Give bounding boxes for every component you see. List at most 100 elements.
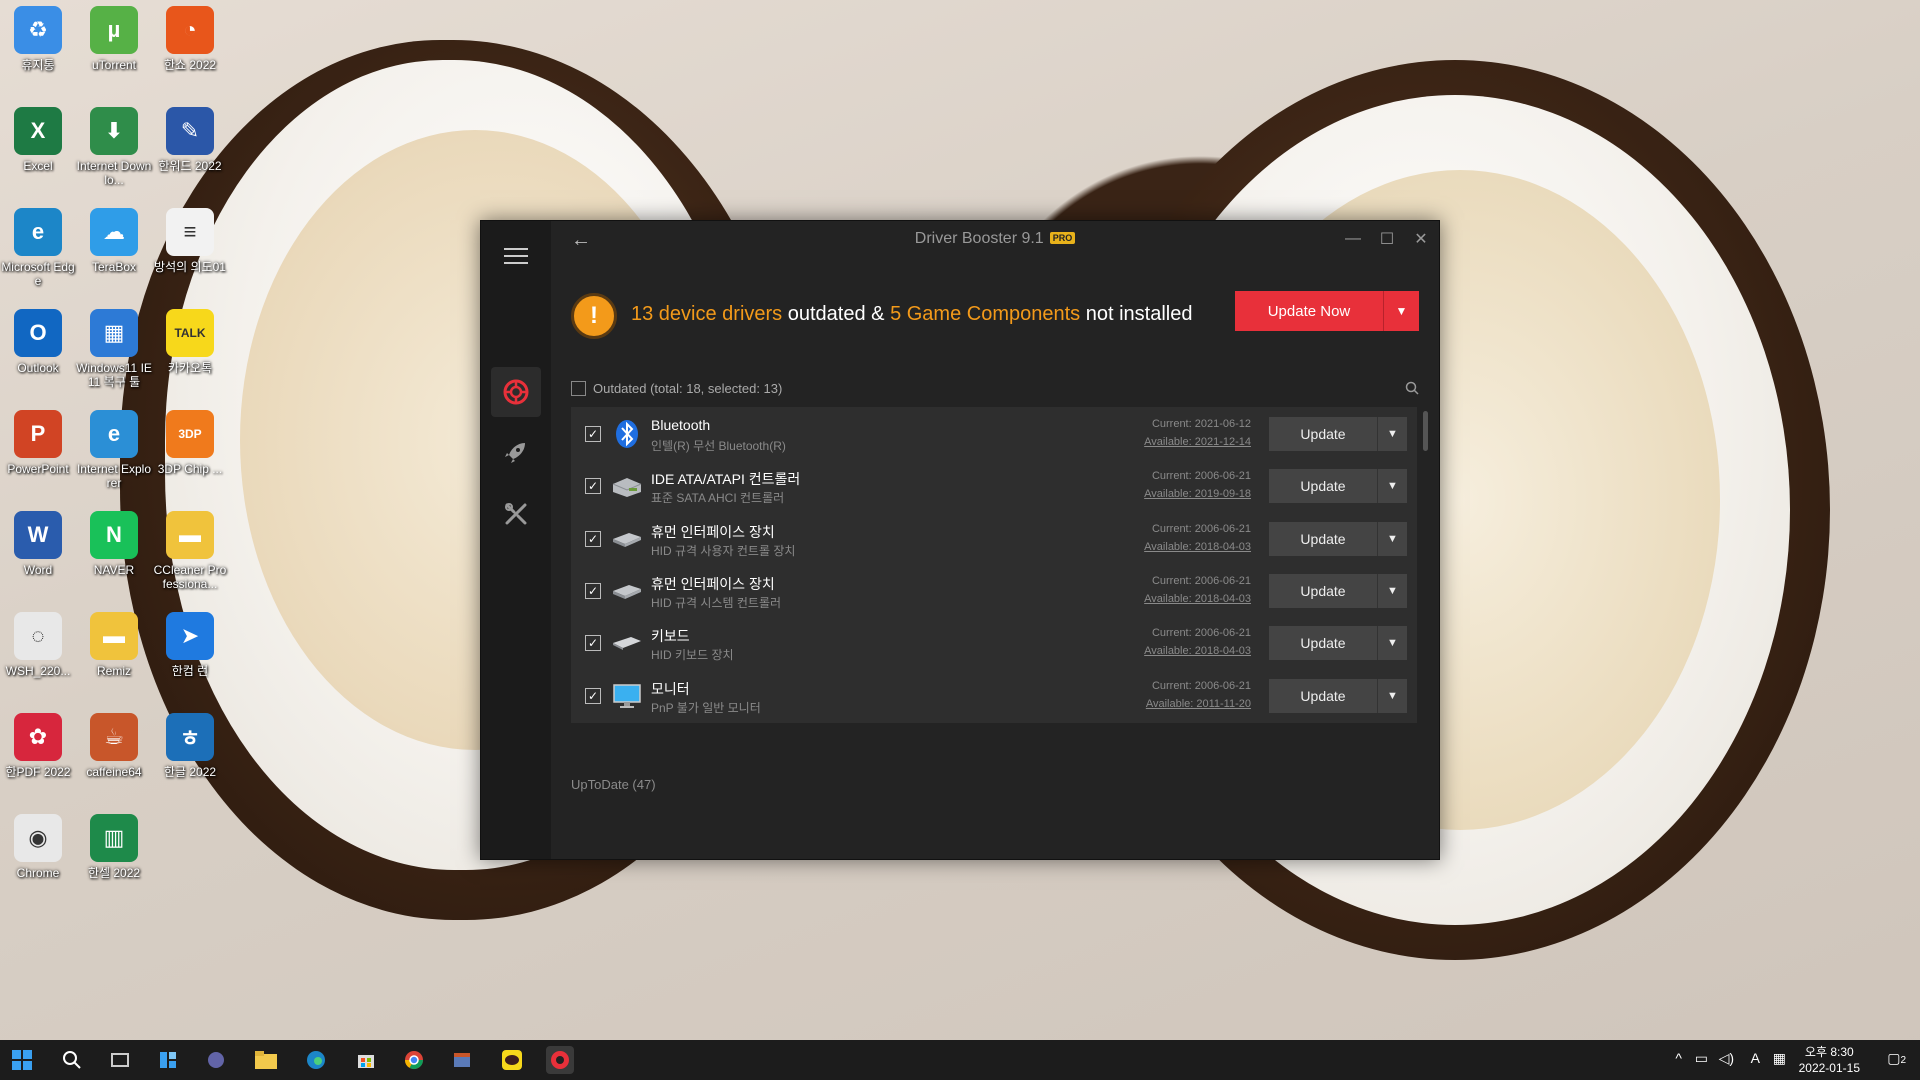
close-button[interactable]: ✕: [1407, 227, 1435, 251]
desktop-icon[interactable]: ▦ Windows11 IE11 복구 툴: [76, 309, 152, 389]
start-button[interactable]: [8, 1046, 36, 1074]
store-button[interactable]: [352, 1046, 380, 1074]
update-dropdown-icon[interactable]: ▼: [1377, 626, 1407, 661]
driver-name: 키보드: [651, 628, 690, 645]
network-icon[interactable]: ▭: [1695, 1050, 1708, 1067]
desktop-icon[interactable]: W Word: [0, 511, 76, 577]
clock[interactable]: 오후 8:30 2022-01-15: [1799, 1044, 1860, 1076]
desktop-icon[interactable]: ◔ 한쇼 2022: [152, 6, 228, 72]
update-dropdown-icon[interactable]: ▼: [1377, 417, 1407, 451]
driver-checkbox[interactable]: ✓: [585, 478, 601, 495]
desktop-icon[interactable]: e Internet Explorer: [76, 410, 152, 490]
update-button[interactable]: Update ▼: [1269, 626, 1407, 661]
desktop-icon-label: Outlook: [17, 361, 59, 375]
desktop-icon[interactable]: 3DP 3DP Chip ...: [152, 410, 228, 476]
lifebuoy-icon: [503, 379, 529, 405]
desktop-icon[interactable]: e Microsoft Edge: [0, 208, 76, 288]
maximize-button[interactable]: ☐: [1373, 227, 1401, 251]
keyboard-layout-icon[interactable]: ▦: [1773, 1050, 1786, 1067]
current-version-date: Current: 2006-06-21: [1151, 574, 1251, 587]
boost-nav-button[interactable]: [491, 427, 541, 477]
update-dropdown-icon[interactable]: ▼: [1377, 573, 1407, 608]
available-version-link[interactable]: Available: 2018-04-03: [1144, 645, 1251, 657]
update-button[interactable]: Update ▼: [1269, 469, 1407, 504]
driver-checkbox[interactable]: ✓: [585, 687, 601, 704]
task-view-button[interactable]: [106, 1046, 134, 1074]
desktop-app-icon: ☁: [90, 208, 138, 256]
desktop-icon[interactable]: N NAVER: [76, 511, 152, 577]
scan-nav-button[interactable]: [491, 367, 541, 417]
driver-description: HID 규격 사용자 컨트롤 장치: [651, 543, 796, 558]
available-version-link[interactable]: Available: 2021-12-14: [1144, 436, 1251, 448]
desktop-icon[interactable]: ▬ CCleaner Professiona...: [152, 511, 228, 591]
desktop-icon[interactable]: µ uTorrent: [76, 6, 152, 72]
kakaotalk-taskbar-button[interactable]: [498, 1046, 526, 1074]
show-hidden-icons-button[interactable]: ^: [1675, 1050, 1682, 1066]
driver-checkbox[interactable]: ✓: [585, 635, 601, 652]
list-scrollbar[interactable]: [1423, 411, 1428, 451]
ime-indicator[interactable]: A: [1751, 1050, 1760, 1066]
file-explorer-button[interactable]: [252, 1046, 280, 1074]
desktop-icon[interactable]: O Outlook: [0, 309, 76, 375]
app-taskbar-button[interactable]: [448, 1046, 476, 1074]
update-dropdown-icon[interactable]: ▼: [1377, 521, 1407, 556]
search-icon[interactable]: [1405, 381, 1419, 395]
update-button[interactable]: Update ▼: [1269, 417, 1407, 451]
chrome-taskbar-button[interactable]: [400, 1046, 428, 1074]
driver-checkbox[interactable]: ✓: [585, 582, 601, 599]
desktop-icon[interactable]: ⬇ Internet Downlo...: [76, 107, 152, 187]
app-title-text: Driver Booster 9.1: [914, 230, 1044, 247]
teams-chat-button[interactable]: [202, 1046, 230, 1074]
desktop-icon[interactable]: ♻ 휴지통: [0, 6, 76, 72]
desktop-app-icon: O: [14, 309, 62, 357]
clock-time: 오후 8:30: [1804, 1045, 1854, 1059]
disk-controller-icon: [611, 470, 643, 502]
update-dropdown-icon[interactable]: ▼: [1377, 678, 1407, 713]
desktop-icon[interactable]: TALK 카카오톡: [152, 309, 228, 375]
desktop-icon[interactable]: ㅎ 한글 2022: [152, 713, 228, 779]
desktop-icon[interactable]: ≡ 방석의 의도01: [152, 208, 228, 274]
edge-taskbar-button[interactable]: [302, 1046, 330, 1074]
desktop-icon[interactable]: ☕ caffeine64: [76, 713, 152, 779]
desktop-icon[interactable]: ✿ 한PDF 2022: [0, 713, 76, 779]
desktop-icon[interactable]: ◉ Chrome: [0, 814, 76, 880]
desktop-app-icon: ♻: [14, 6, 62, 54]
notification-center-button[interactable]: ▢2: [1887, 1050, 1906, 1067]
desktop-icon[interactable]: P PowerPoint: [0, 410, 76, 476]
search-taskbar-button[interactable]: [58, 1046, 86, 1074]
scan-result-banner: ! 13 device drivers outdated & 5 Game Co…: [571, 291, 1419, 341]
tools-nav-button[interactable]: [491, 489, 541, 539]
volume-icon[interactable]: ◁): [1719, 1050, 1734, 1067]
available-version-link[interactable]: Available: 2018-04-03: [1144, 593, 1251, 605]
widgets-button[interactable]: [154, 1046, 182, 1074]
uptodate-section[interactable]: UpToDate (47): [571, 777, 656, 792]
desktop-icon[interactable]: ☁ TeraBox: [76, 208, 152, 274]
desktop-icon[interactable]: ▬ Remiz: [76, 612, 152, 678]
available-version-link[interactable]: Available: 2011-11-20: [1146, 698, 1251, 710]
desktop-icon[interactable]: X Excel: [0, 107, 76, 173]
update-button[interactable]: Update ▼: [1269, 521, 1407, 556]
menu-button[interactable]: [491, 231, 541, 281]
desktop-icon[interactable]: ➤ 한컴 런: [152, 612, 228, 678]
update-now-dropdown-icon[interactable]: ▼: [1383, 291, 1419, 331]
desktop-icon[interactable]: ◌ WSH_220...: [0, 612, 76, 678]
available-version-link[interactable]: Available: 2019-09-18: [1144, 488, 1251, 500]
update-now-button[interactable]: Update Now ▼: [1235, 291, 1419, 331]
driver-checkbox[interactable]: ✓: [585, 530, 601, 547]
available-version-link[interactable]: Available: 2018-04-03: [1144, 541, 1251, 553]
widgets-icon: [160, 1052, 176, 1068]
update-button[interactable]: Update ▼: [1269, 573, 1407, 608]
desktop-icon[interactable]: ✎ 한워드 2022: [152, 107, 228, 173]
current-version-date: Current: 2006-06-21: [1151, 627, 1251, 640]
update-button[interactable]: Update ▼: [1269, 678, 1407, 713]
select-all-checkbox[interactable]: [571, 381, 586, 396]
driver-booster-taskbar-button[interactable]: [546, 1046, 574, 1074]
driver-description: HID 키보드 장치: [651, 648, 734, 663]
update-dropdown-icon[interactable]: ▼: [1377, 469, 1407, 504]
driver-description: HID 규격 시스템 컨트롤러: [651, 595, 782, 610]
desktop-app-icon: X: [14, 107, 62, 155]
desktop-icon[interactable]: ▥ 한셀 2022: [76, 814, 152, 880]
driver-checkbox[interactable]: ✓: [585, 426, 601, 442]
minimize-button[interactable]: —: [1339, 227, 1367, 251]
desktop-icon-label: NAVER: [93, 563, 135, 577]
